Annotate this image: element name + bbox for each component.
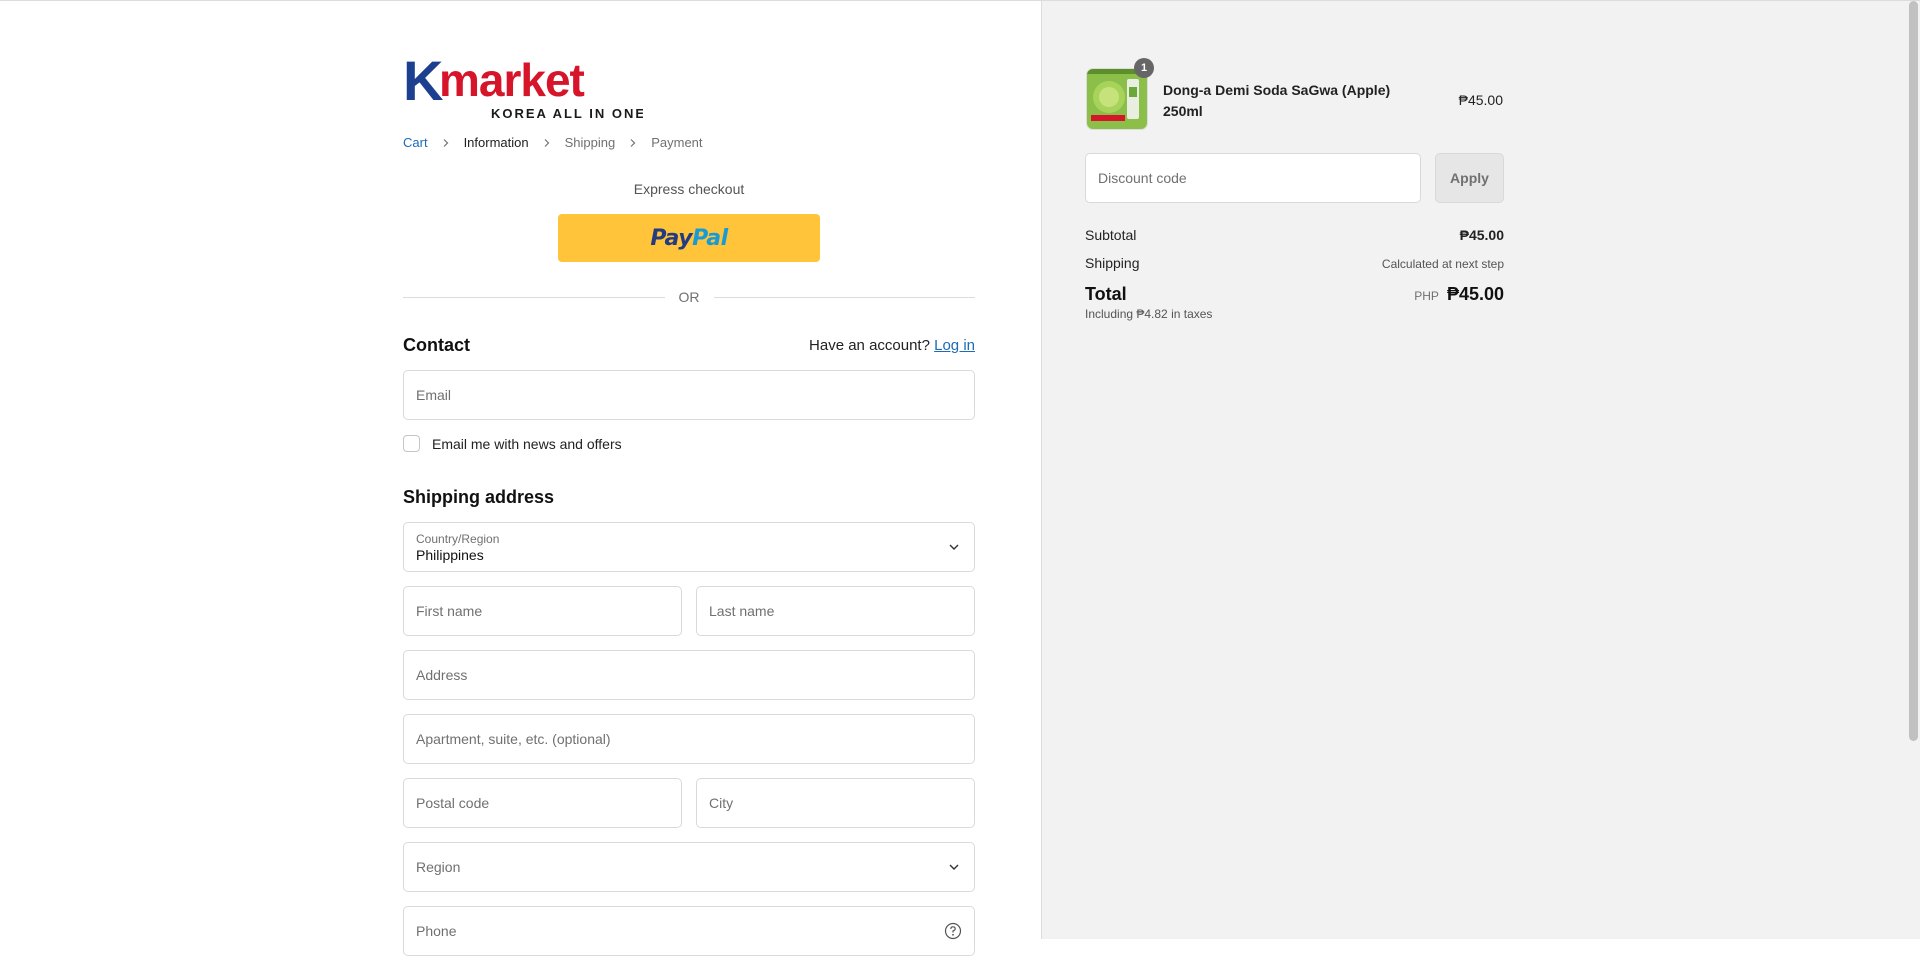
breadcrumb-cart[interactable]: Cart — [403, 135, 428, 150]
email-input[interactable] — [404, 371, 974, 419]
news-label: Email me with news and offers — [432, 435, 622, 452]
chevron-down-icon — [949, 864, 959, 870]
apartment-field[interactable] — [403, 714, 975, 764]
chevron-right-icon — [628, 138, 638, 148]
breadcrumb-information: Information — [463, 135, 529, 150]
region-select[interactable]: Region — [403, 842, 975, 892]
postal-code-field[interactable] — [403, 778, 682, 828]
product-thumbnail — [1086, 68, 1148, 130]
phone-input[interactable] — [404, 907, 974, 955]
city-field[interactable] — [696, 778, 975, 828]
account-prompt: Have an account? Log in — [809, 337, 975, 354]
breadcrumb: Cart Information Shipping Payment — [403, 135, 703, 150]
subtotal-row: Subtotal ₱45.00 — [1085, 227, 1504, 243]
phone-field[interactable] — [403, 906, 975, 956]
region-placeholder: Region — [416, 859, 461, 875]
product-price: ₱45.00 — [1458, 92, 1503, 108]
news-optin[interactable]: Email me with news and offers — [403, 435, 622, 452]
country-value: Philippines — [416, 547, 484, 563]
subtotal-value: ₱45.00 — [1459, 227, 1504, 243]
currency-code: PHP — [1414, 289, 1439, 303]
last-name-field[interactable] — [696, 586, 975, 636]
quantity-badge: 1 — [1134, 58, 1154, 78]
chevron-right-icon — [542, 138, 552, 148]
breadcrumb-shipping: Shipping — [564, 135, 616, 150]
product-name: Dong-a Demi Soda SaGwa (Apple) 250ml — [1163, 82, 1391, 119]
shipping-value: Calculated at next step — [1381, 257, 1504, 271]
last-name-input[interactable] — [697, 587, 974, 635]
discount-code-input[interactable] — [1086, 154, 1420, 202]
country-select[interactable]: Country/Region Philippines — [403, 522, 975, 572]
express-checkout-title: Express checkout — [633, 181, 745, 197]
address-field[interactable] — [403, 650, 975, 700]
subtotal-label: Subtotal — [1085, 227, 1137, 243]
news-checkbox[interactable] — [403, 435, 420, 452]
contact-heading: Contact — [403, 335, 470, 355]
postal-code-input[interactable] — [404, 779, 681, 827]
breadcrumb-payment: Payment — [651, 135, 703, 150]
discount-code-field[interactable] — [1085, 153, 1421, 203]
apartment-input[interactable] — [404, 715, 974, 763]
checkout-form-pane: K market KOREA ALL IN ONE Cart Informati… — [0, 0, 1041, 956]
or-divider: OR — [403, 289, 975, 305]
login-link[interactable]: Log in — [934, 337, 975, 354]
paypal-logo-part2: Pal — [692, 225, 728, 251]
shipping-label: Shipping — [1085, 255, 1140, 271]
country-label: Country/Region — [416, 532, 500, 546]
or-text: OR — [678, 289, 700, 305]
shipping-row: Shipping Calculated at next step — [1085, 255, 1504, 271]
total-row: Total PHP ₱45.00 — [1085, 284, 1504, 305]
tax-note: Including ₱4.82 in taxes — [1085, 307, 1213, 321]
svg-text:KOREA ALL IN ONE: KOREA ALL IN ONE — [491, 106, 643, 120]
chevron-right-icon — [441, 138, 451, 148]
soda-can-image — [1087, 69, 1147, 129]
order-summary-pane — [1041, 0, 1920, 939]
email-field[interactable] — [403, 370, 975, 420]
scrollbar[interactable] — [1909, 1, 1918, 741]
help-circle-icon[interactable] — [944, 922, 962, 940]
total-value: ₱45.00 — [1446, 284, 1504, 304]
first-name-input[interactable] — [404, 587, 681, 635]
city-input[interactable] — [697, 779, 974, 827]
apply-discount-button[interactable]: Apply — [1435, 153, 1504, 203]
shipping-heading: Shipping address — [403, 487, 555, 507]
paypal-logo-part1: Pay — [650, 225, 693, 251]
kmarket-logo[interactable]: K market KOREA ALL IN ONE — [403, 56, 643, 120]
total-label: Total — [1085, 284, 1127, 304]
address-input[interactable] — [404, 651, 974, 699]
chevron-down-icon — [949, 544, 959, 550]
first-name-field[interactable] — [403, 586, 682, 636]
svg-text:market: market — [439, 56, 585, 106]
paypal-button[interactable]: Pay Pal — [558, 214, 820, 262]
svg-text:K: K — [403, 56, 443, 112]
